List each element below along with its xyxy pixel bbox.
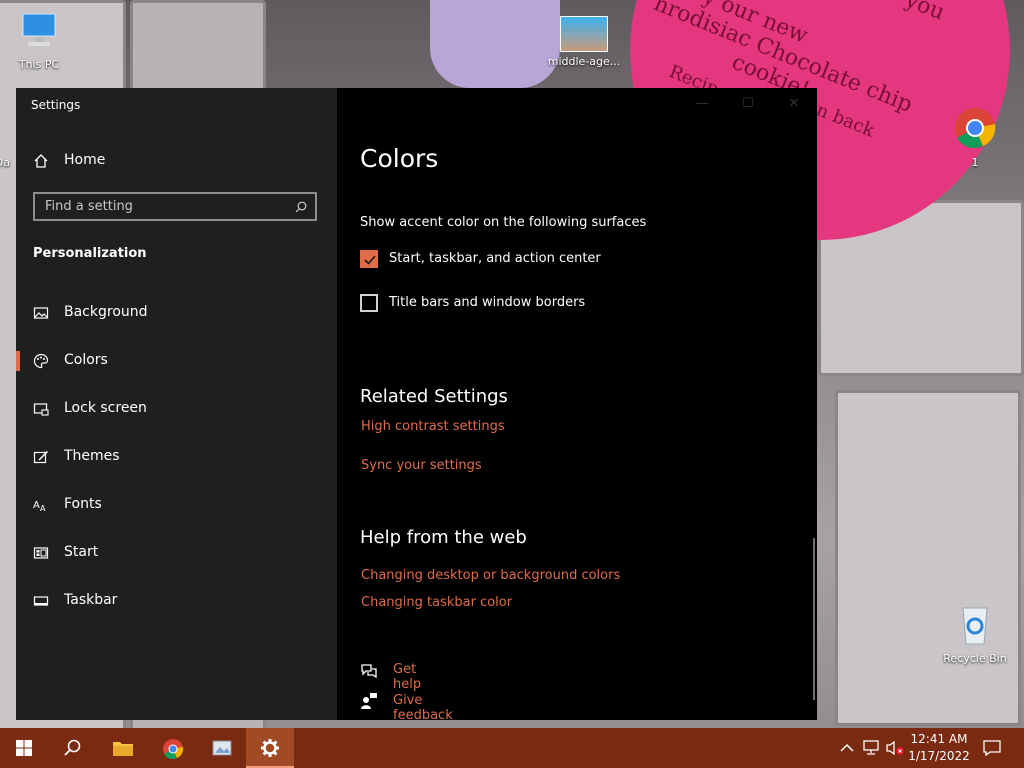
nav-label: Lock screen bbox=[64, 400, 147, 416]
taskbar-icon bbox=[33, 596, 49, 606]
search-icon bbox=[295, 201, 307, 213]
section-title: Personalization bbox=[33, 246, 147, 261]
image-viewer-icon bbox=[212, 740, 232, 756]
palette-icon bbox=[33, 353, 49, 369]
desktop-icon-this-pc[interactable]: This PC bbox=[0, 10, 78, 71]
chat-help-icon bbox=[361, 664, 377, 679]
link-get-help[interactable]: Get help bbox=[393, 662, 421, 692]
taskbar-clock[interactable]: 12:41 AM 1/17/2022 bbox=[904, 731, 974, 765]
window-title: Settings bbox=[31, 98, 81, 112]
network-icon bbox=[863, 740, 879, 755]
desktop-icon-file[interactable]: middle-age... bbox=[545, 16, 623, 68]
scrollbar[interactable] bbox=[813, 538, 815, 700]
image-thumbnail-icon bbox=[560, 16, 608, 52]
desktop-icon-label: Recycle Bin bbox=[943, 652, 1007, 665]
desktop-icon-label: Da bbox=[0, 156, 10, 169]
checkbox-label: Start, taskbar, and action center bbox=[389, 251, 601, 266]
settings-taskbar-button[interactable] bbox=[246, 728, 294, 768]
nav-home[interactable]: Home bbox=[16, 141, 337, 181]
nav-taskbar[interactable]: Taskbar bbox=[16, 581, 337, 621]
chrome-icon bbox=[163, 739, 184, 759]
nav-fonts[interactable]: AA Fonts bbox=[16, 485, 337, 525]
fonts-icon: AA bbox=[33, 500, 46, 513]
notification-icon bbox=[983, 740, 1001, 756]
file-explorer-button[interactable] bbox=[98, 728, 146, 768]
link-changing-desktop-colors[interactable]: Changing desktop or background colors bbox=[361, 568, 620, 583]
nav-label: Taskbar bbox=[64, 592, 118, 608]
desktop-icon-label: This PC bbox=[18, 58, 60, 71]
volume-muted-icon bbox=[886, 740, 904, 756]
computer-icon bbox=[0, 10, 78, 55]
settings-content: Colors Show accent color on the followin… bbox=[337, 88, 817, 723]
svg-text:A: A bbox=[40, 504, 46, 513]
checkbox-label: Title bars and window borders bbox=[389, 295, 586, 310]
nav-label: Start bbox=[64, 544, 99, 560]
checkbox-title-bars[interactable]: Title bars and window borders bbox=[360, 294, 760, 316]
search-icon bbox=[64, 739, 81, 756]
link-give-feedback[interactable]: Give feedback bbox=[393, 693, 453, 723]
folder-icon bbox=[113, 742, 133, 756]
recycle-bin-icon bbox=[936, 602, 1014, 649]
clock-date: 1/17/2022 bbox=[908, 749, 970, 763]
network-button[interactable] bbox=[861, 728, 883, 768]
svg-text:A: A bbox=[33, 500, 40, 511]
chrome-icon bbox=[936, 106, 1014, 153]
desktop-icon-label: middle-age... bbox=[547, 55, 621, 68]
gear-icon bbox=[261, 739, 279, 757]
settings-sidebar: Settings Home Find a setting Personaliza… bbox=[16, 88, 337, 720]
nav-label: Fonts bbox=[64, 496, 102, 512]
volume-button[interactable] bbox=[884, 728, 906, 768]
desktop-icon-label: 1 bbox=[971, 156, 979, 169]
nav-label: Colors bbox=[64, 352, 108, 368]
chrome-taskbar-button[interactable] bbox=[148, 728, 196, 768]
taskbar-search-button[interactable] bbox=[48, 728, 96, 768]
nav-background[interactable]: Background bbox=[16, 293, 337, 333]
clock-time: 12:41 AM bbox=[910, 732, 968, 746]
help-heading: Help from the web bbox=[360, 527, 527, 548]
desktop-icon-recycle-bin[interactable]: Recycle Bin bbox=[936, 602, 1014, 665]
checkbox-box[interactable] bbox=[360, 294, 378, 312]
windows-logo-icon bbox=[16, 740, 32, 756]
desktop-icon-partial[interactable]: Da bbox=[0, 156, 10, 169]
chevron-up-icon bbox=[840, 743, 854, 752]
themes-icon bbox=[33, 450, 49, 464]
link-sync-settings[interactable]: Sync your settings bbox=[361, 458, 482, 473]
start-button[interactable] bbox=[0, 728, 48, 768]
nav-lock-screen[interactable]: Lock screen bbox=[16, 389, 337, 429]
wallpaper-locker bbox=[835, 390, 1021, 726]
feedback-icon bbox=[361, 693, 377, 709]
tray-overflow-button[interactable] bbox=[838, 728, 856, 768]
checkbox-box[interactable] bbox=[360, 250, 378, 268]
nav-label: Themes bbox=[64, 448, 120, 464]
app-taskbar-button[interactable] bbox=[197, 728, 245, 768]
wallpaper-figure bbox=[430, 0, 560, 88]
image-icon bbox=[33, 307, 49, 319]
nav-themes[interactable]: Themes bbox=[16, 437, 337, 477]
action-center-button[interactable] bbox=[978, 728, 1006, 768]
nav-colors[interactable]: Colors bbox=[16, 341, 337, 381]
settings-window: Settings Home Find a setting Personaliza… bbox=[16, 88, 817, 723]
taskbar: 12:41 AM 1/17/2022 bbox=[0, 728, 1024, 768]
link-changing-taskbar-color[interactable]: Changing taskbar color bbox=[361, 595, 512, 610]
accent-surfaces-label: Show accent color on the following surfa… bbox=[360, 215, 647, 230]
checkbox-start-taskbar[interactable]: Start, taskbar, and action center bbox=[360, 250, 760, 272]
search-placeholder: Find a setting bbox=[45, 199, 133, 214]
nav-start[interactable]: Start bbox=[16, 533, 337, 573]
home-icon bbox=[34, 154, 48, 168]
start-icon bbox=[33, 547, 49, 559]
link-high-contrast[interactable]: High contrast settings bbox=[361, 419, 505, 434]
desktop-icon-chrome[interactable]: 1 bbox=[936, 106, 1014, 169]
related-settings-heading: Related Settings bbox=[360, 386, 508, 407]
lock-screen-icon bbox=[33, 403, 49, 416]
nav-home-label: Home bbox=[64, 152, 106, 168]
search-input[interactable]: Find a setting bbox=[33, 192, 317, 221]
checkmark-icon bbox=[364, 255, 376, 265]
nav-label: Background bbox=[64, 304, 148, 320]
page-title: Colors bbox=[360, 144, 439, 173]
